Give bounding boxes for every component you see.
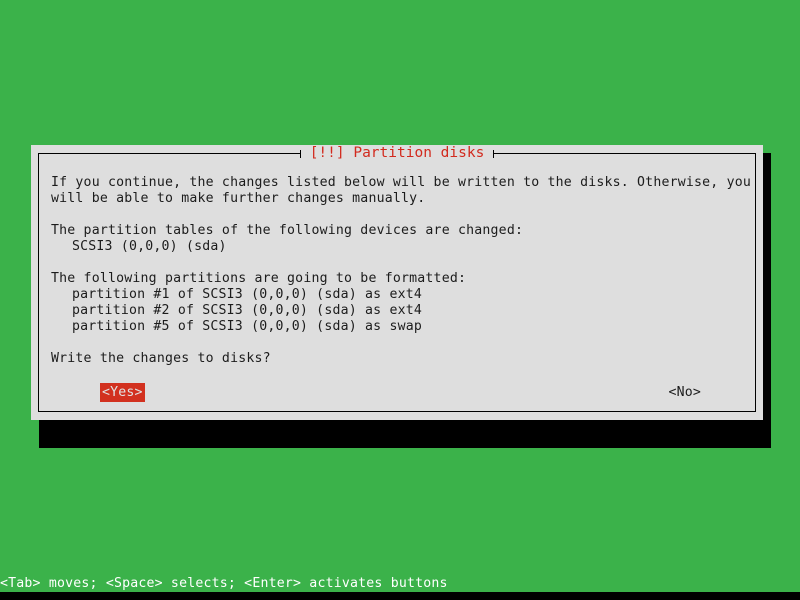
partition-disks-dialog: [!!] Partition disks If you continue, th… [31, 145, 763, 420]
footer-help-text: <Tab> moves; <Space> selects; <Enter> ac… [0, 576, 800, 592]
body-line: If you continue, the changes listed belo… [51, 175, 752, 190]
body-line: The following partitions are going to be… [51, 271, 467, 286]
no-button[interactable]: <No> [666, 383, 703, 402]
dialog-title-rule [38, 153, 756, 154]
body-line: Write the changes to disks? [51, 351, 271, 366]
body-line: SCSI3 (0,0,0) (sda) [72, 239, 227, 254]
body-line: partition #2 of SCSI3 (0,0,0) (sda) as e… [72, 303, 423, 318]
dialog-body-text: If you continue, the changes listed belo… [51, 175, 752, 410]
body-line: partition #5 of SCSI3 (0,0,0) (sda) as s… [72, 319, 423, 334]
bottom-black-bar [0, 592, 800, 600]
installer-screen: [!!] Partition disks If you continue, th… [0, 0, 800, 600]
body-line: partition #1 of SCSI3 (0,0,0) (sda) as e… [72, 287, 423, 302]
body-line: The partition tables of the following de… [51, 223, 524, 238]
dialog-button-row: <Yes> <No> [51, 383, 747, 402]
yes-button[interactable]: <Yes> [100, 383, 145, 402]
body-line: will be able to make further changes man… [51, 191, 426, 206]
